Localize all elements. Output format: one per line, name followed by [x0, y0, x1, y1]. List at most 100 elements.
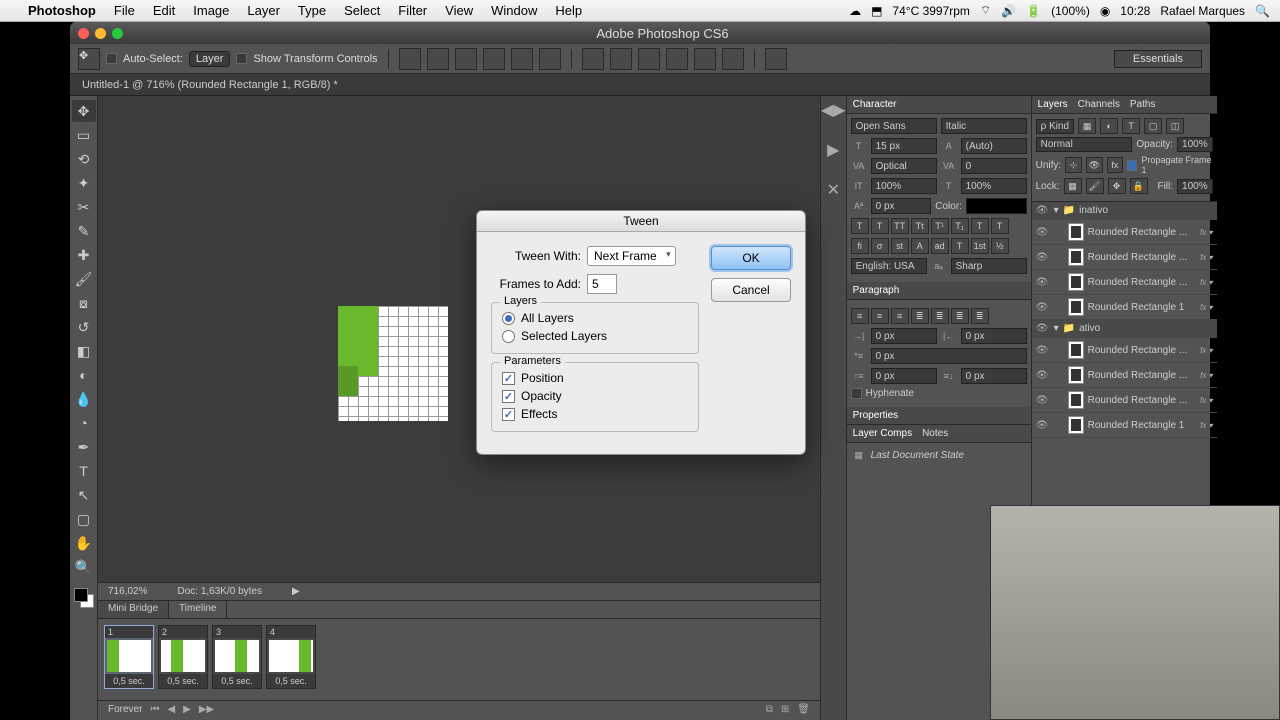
lock-paint-icon[interactable]: 🖌	[1086, 178, 1104, 194]
first-frame-button[interactable]: ⏮	[150, 704, 159, 715]
visibility-icon[interactable]: 👁	[1036, 227, 1050, 238]
layer-item[interactable]: 👁Rounded Rectangle ...fx ▾	[1032, 338, 1217, 363]
unify-visibility-icon[interactable]: 👁	[1086, 157, 1103, 173]
workspace-switcher[interactable]: Essentials	[1114, 50, 1202, 68]
underline-button[interactable]: T	[971, 218, 989, 234]
user-name[interactable]: Rafael Marques	[1160, 4, 1245, 18]
delete-frame-button[interactable]: 🗑	[797, 704, 810, 715]
character-tab[interactable]: Character	[853, 99, 897, 110]
wifi-icon[interactable]: ⌔	[980, 3, 991, 18]
eraser-tool[interactable]: ◧	[72, 340, 96, 362]
layer-item[interactable]: 👁Rounded Rectangle ...fx ▾	[1032, 245, 1217, 270]
cancel-button[interactable]: Cancel	[711, 278, 791, 302]
justify-center-button[interactable]: ≣	[931, 308, 949, 324]
stylistic-button[interactable]: st	[891, 238, 909, 254]
menu-view[interactable]: View	[445, 3, 473, 18]
filter-smart-icon[interactable]: ◫	[1166, 118, 1184, 134]
menu-image[interactable]: Image	[193, 3, 229, 18]
frame-4[interactable]: 4 0,5 sec.	[266, 625, 316, 689]
firstline-field[interactable]: 0 px	[871, 348, 1027, 364]
paths-tab[interactable]: Paths	[1130, 99, 1156, 110]
chevron-down-icon[interactable]: ▾	[1054, 323, 1059, 334]
menu-edit[interactable]: Edit	[153, 3, 175, 18]
prev-frame-button[interactable]: ◀	[167, 704, 175, 715]
zoom-level[interactable]: 716,02%	[108, 586, 147, 597]
notes-tab[interactable]: Notes	[922, 428, 948, 439]
path-tool[interactable]: ↖	[72, 484, 96, 506]
superscript-button[interactable]: T¹	[931, 218, 949, 234]
brush-tool[interactable]: 🖌	[72, 268, 96, 290]
align-right-button[interactable]: ≡	[891, 308, 909, 324]
visibility-icon[interactable]: 👁	[1036, 252, 1050, 263]
document-tab[interactable]: Untitled-1 @ 716% (Rounded Rectangle 1, …	[70, 74, 1210, 96]
layer-item[interactable]: 👁Rounded Rectangle ...fx ▾	[1032, 388, 1217, 413]
sync-icon[interactable]: ◉	[1100, 4, 1110, 18]
fx-icon[interactable]: fx ▾	[1200, 371, 1212, 380]
fx-icon[interactable]: fx ▾	[1200, 396, 1212, 405]
unify-position-icon[interactable]: ⊹	[1065, 157, 1082, 173]
blend-mode[interactable]: Normal	[1036, 137, 1133, 152]
text-color-swatch[interactable]	[966, 198, 1027, 214]
fx-icon[interactable]: fx ▾	[1200, 346, 1212, 355]
zoom-window-button[interactable]	[112, 28, 123, 39]
leading-field[interactable]: (Auto)	[961, 138, 1027, 154]
tracking-field[interactable]: 0	[961, 158, 1027, 174]
unify-style-icon[interactable]: fx	[1107, 157, 1124, 173]
ligature-button[interactable]: fi	[851, 238, 869, 254]
document-canvas[interactable]	[338, 306, 448, 421]
titling-button[interactable]: A	[911, 238, 929, 254]
fx-icon[interactable]: fx ▾	[1200, 253, 1212, 262]
distribute-icon[interactable]	[582, 48, 604, 70]
blur-tool[interactable]: 💧	[72, 388, 96, 410]
layers-tab[interactable]: Layers	[1038, 99, 1068, 110]
history-panel-icon[interactable]: ▶	[827, 140, 839, 160]
all-layers-radio[interactable]: All Layers	[502, 311, 688, 325]
opacity-field[interactable]: 100%	[1177, 137, 1213, 152]
visibility-icon[interactable]: 👁	[1036, 420, 1050, 431]
justify-right-button[interactable]: ≣	[951, 308, 969, 324]
next-frame-button[interactable]: ▶▶	[199, 704, 214, 715]
italic-button[interactable]: T	[871, 218, 889, 234]
clock[interactable]: 10:28	[1120, 4, 1150, 18]
frames-to-add-input[interactable]	[587, 274, 617, 294]
space-before-field[interactable]: 0 px	[871, 368, 937, 384]
menu-window[interactable]: Window	[491, 3, 537, 18]
justify-all-button[interactable]: ≣	[971, 308, 989, 324]
type-tool[interactable]: T	[72, 460, 96, 482]
visibility-icon[interactable]: 👁	[1036, 395, 1050, 406]
auto-select-dropdown[interactable]: Layer	[189, 51, 231, 67]
frame-3[interactable]: 3 0,5 sec.	[212, 625, 262, 689]
hyphenate-checkbox[interactable]	[851, 388, 862, 399]
wand-tool[interactable]: ✦	[72, 172, 96, 194]
fx-icon[interactable]: fx ▾	[1200, 278, 1212, 287]
lasso-tool[interactable]: ⟲	[72, 148, 96, 170]
collapse-panels-icon[interactable]: ◀▶	[821, 100, 846, 120]
actions-panel-icon[interactable]: ✕	[827, 180, 840, 200]
font-style-field[interactable]: Italic	[941, 118, 1027, 134]
lock-all-icon[interactable]: 🔒	[1130, 178, 1148, 194]
hand-tool[interactable]: ✋	[72, 532, 96, 554]
ordinal-button[interactable]: ad	[931, 238, 949, 254]
visibility-icon[interactable]: 👁	[1036, 302, 1050, 313]
fraction-button[interactable]: T	[951, 238, 969, 254]
battery-icon[interactable]: 🔋	[1026, 4, 1041, 18]
aa-field[interactable]: Sharp	[951, 258, 1027, 274]
align-icon[interactable]	[427, 48, 449, 70]
opacity-checkbox[interactable]: ✓Opacity	[502, 389, 688, 403]
properties-tab[interactable]: Properties	[853, 410, 899, 421]
chevron-down-icon[interactable]: ▾	[1054, 205, 1059, 216]
visibility-icon[interactable]: 👁	[1036, 277, 1050, 288]
layer-item[interactable]: 👁Rounded Rectangle ...fx ▾	[1032, 363, 1217, 388]
show-transform-checkbox[interactable]	[236, 53, 247, 64]
distribute-icon[interactable]	[694, 48, 716, 70]
align-center-button[interactable]: ≡	[871, 308, 889, 324]
loop-dropdown[interactable]: Forever	[108, 704, 142, 715]
zoom-tool[interactable]: 🔍	[72, 556, 96, 578]
menu-help[interactable]: Help	[555, 3, 582, 18]
align-icon[interactable]	[455, 48, 477, 70]
menu-layer[interactable]: Layer	[247, 3, 280, 18]
vscale-field[interactable]: 100%	[871, 178, 937, 194]
layer-item[interactable]: 👁Rounded Rectangle 1fx ▾	[1032, 413, 1217, 438]
new-frame-button[interactable]: ⊞	[781, 704, 789, 715]
stamp-tool[interactable]: ⧇	[72, 292, 96, 314]
